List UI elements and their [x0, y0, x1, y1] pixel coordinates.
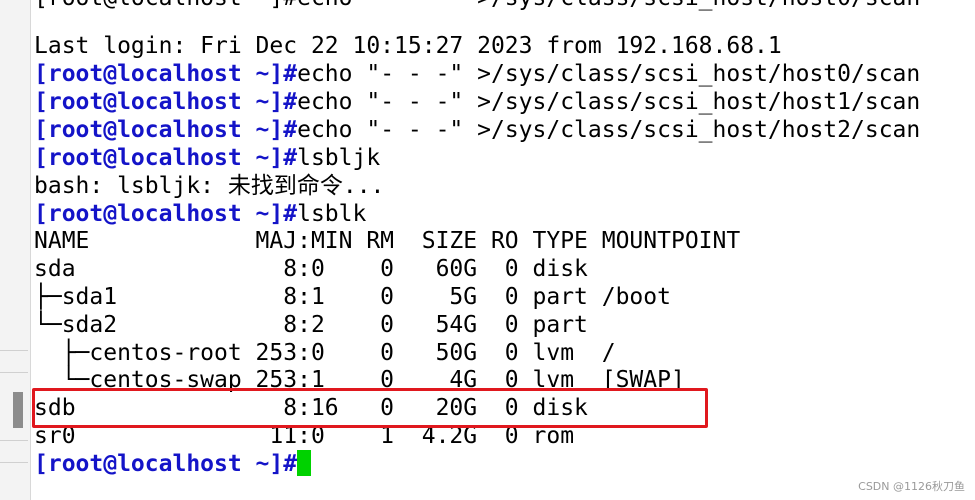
- command-line-scan-host2: [root@localhost ~]#echo "- - -" >/sys/cl…: [34, 116, 920, 144]
- shell-prompt: [root@localhost ~]#: [34, 451, 298, 477]
- side-panel-divider: [0, 462, 28, 463]
- lsblk-row-sda: sda 8:0 0 60G 0 disk: [34, 256, 588, 282]
- command-text: echo "- - -" >/sys/class/scsi_host/host1…: [297, 89, 921, 115]
- lsblk-row-sda2: └─sda2 8:2 0 54G 0 part: [34, 312, 588, 338]
- shell-prompt: [root@localhost ~]#: [34, 201, 298, 227]
- shell-prompt: [root@localhost ~]#: [34, 61, 298, 87]
- command-text: echo "- - -" >/sys/class/scsi_host/host0…: [297, 61, 921, 87]
- watermark: CSDN @1126秋刀鱼: [858, 480, 965, 493]
- command-text: echo "- - -" >/sys/class/scsi_host/host2…: [297, 117, 921, 143]
- command-text: lsblk: [297, 201, 367, 227]
- command-line-scan-host0: [root@localhost ~]#echo "- - -" >/sys/cl…: [34, 60, 920, 88]
- lsblk-row-sda1: ├─sda1 8:1 0 5G 0 part /boot: [34, 284, 671, 310]
- command-line-typo: [root@localhost ~]#lsbljk: [34, 144, 380, 172]
- command-line-current[interactable]: [root@localhost ~]#: [34, 450, 312, 478]
- sdb-highlight-box: [32, 388, 708, 428]
- terminal-line-cut-top: [root@localhost ~]#echo "- - -" >/sys/cl…: [34, 0, 920, 12]
- command-line-lsblk: [root@localhost ~]#lsblk: [34, 200, 366, 228]
- lsblk-row-centos-root: ├─centos-root 253:0 0 50G 0 lvm /: [34, 340, 616, 366]
- lsblk-header: NAME MAJ:MIN RM SIZE RO TYPE MOUNTPOINT: [34, 228, 741, 254]
- shell-prompt: [root@localhost ~]#: [34, 145, 298, 171]
- side-panel-divider: [0, 350, 28, 351]
- side-panel-divider: [0, 440, 28, 441]
- scrollbar-thumb[interactable]: [13, 392, 23, 428]
- error-message-line: bash: lsbljk: 未找到命令...: [34, 173, 385, 199]
- screenshot-viewport: [root@localhost ~]#echo "- - -" >/sys/cl…: [0, 0, 975, 500]
- side-panel-divider: [0, 372, 28, 373]
- last-login-line: Last login: Fri Dec 22 10:15:27 2023 fro…: [34, 33, 782, 59]
- terminal-cursor: [297, 450, 312, 476]
- command-text: lsbljk: [297, 145, 381, 171]
- shell-prompt: [root@localhost ~]#: [34, 117, 298, 143]
- shell-prompt: [root@localhost ~]#: [34, 89, 298, 115]
- command-line-scan-host1: [root@localhost ~]#echo "- - -" >/sys/cl…: [34, 88, 920, 116]
- side-panel-strip: [0, 0, 31, 500]
